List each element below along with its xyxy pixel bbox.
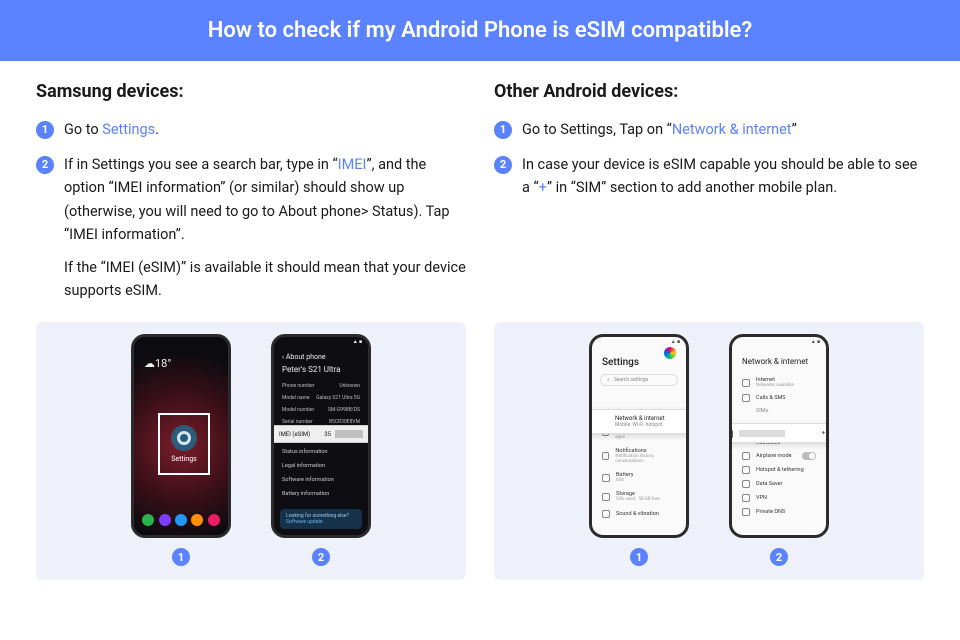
- about-links: Status information Legal information Sof…: [282, 445, 360, 501]
- airplane-icon: [742, 452, 750, 460]
- data-saver-icon: [742, 480, 750, 488]
- storage-icon: [602, 493, 610, 501]
- sim-icon: [729, 428, 733, 438]
- device-name: Peter's S21 Ultra: [274, 363, 368, 380]
- text: .: [155, 121, 159, 138]
- network-internet-callout: Network & internet Mobile, Wi-Fi, hotspo…: [589, 409, 689, 434]
- list-item: Airplane mode: [732, 449, 826, 463]
- add-sim-plus: +: [822, 430, 825, 437]
- status-bar: ▲ ■: [732, 337, 826, 347]
- samsung-steps: 1 Go to Settings. 2 If in Settings you s…: [36, 118, 466, 302]
- caption-badge: 1: [172, 548, 190, 566]
- text: If in Settings you see a search bar, typ…: [64, 156, 338, 173]
- other-step-2: 2 In case your device is eSIM capable yo…: [494, 153, 924, 199]
- about-phone-header: ‹ About phone: [274, 347, 368, 363]
- samsung-mockup-panel: ●●▲ ■ ☁18° Settings: [36, 322, 466, 580]
- list-item: Private DNS: [732, 505, 826, 519]
- other-phone-2-col: ▲ ■ Network & internet InternetNetworks …: [729, 334, 829, 566]
- wifi-icon: [742, 379, 750, 387]
- other-column: Other Android devices: 1 Go to Settings,…: [494, 81, 924, 314]
- step-text: Go to Settings.: [64, 118, 466, 141]
- imei-label: IMEI (eSIM): [279, 431, 310, 438]
- text: Go to: [64, 121, 102, 138]
- network-rows: InternetNetworks available Calls & SMS S…: [732, 374, 826, 417]
- status-bar: ▲ ■: [274, 337, 368, 347]
- samsung-phone-1-col: ●●▲ ■ ☁18° Settings: [131, 334, 231, 566]
- page-title: How to check if my Android Phone is eSIM…: [0, 0, 960, 61]
- mockup-row: ●●▲ ■ ☁18° Settings: [0, 322, 960, 580]
- step-text: Go to Settings, Tap on “Network & intern…: [522, 118, 924, 141]
- settings-link[interactable]: Settings: [102, 121, 155, 138]
- samsung-column: Samsung devices: 1 Go to Settings. 2 If …: [36, 81, 466, 314]
- hotspot-icon: [742, 466, 750, 474]
- list-item: VPN: [732, 491, 826, 505]
- other-step-1: 1 Go to Settings, Tap on “Network & inte…: [494, 118, 924, 141]
- gear-icon: [171, 425, 197, 451]
- status-bar: ▲ ■: [592, 337, 686, 347]
- step-number-badge: 1: [494, 121, 512, 139]
- vpn-icon: [742, 494, 750, 502]
- list-item: InternetNetworks available: [732, 374, 826, 391]
- list-item: Hotspot & tethering: [732, 463, 826, 477]
- samsung-step-1: 1 Go to Settings.: [36, 118, 466, 141]
- samsung-phone-2-col: ▲ ■ ‹ About phone Peter's S21 Ultra Phon…: [271, 334, 371, 566]
- samsung-step-2: 2 If in Settings you see a search bar, t…: [36, 153, 466, 302]
- settings-app-highlight: Settings: [158, 413, 210, 475]
- text: If the “IMEI (eSIM)” is available it sho…: [64, 256, 466, 302]
- masked-value: [335, 430, 363, 438]
- list-item: Calls & SMS: [732, 391, 826, 405]
- instruction-columns: Samsung devices: 1 Go to Settings. 2 If …: [0, 61, 960, 314]
- caption-badge: 1: [630, 548, 648, 566]
- caption-badge: 2: [770, 548, 788, 566]
- network-internet-link[interactable]: Network & internet: [672, 121, 792, 138]
- samsung-heading: Samsung devices:: [36, 81, 466, 102]
- search-icon: ⌕: [607, 377, 610, 383]
- dock: [140, 511, 222, 529]
- device-info-rows: Phone numberUnknown Model nameGalaxy S21…: [274, 380, 368, 428]
- other-phone-1-col: ▲ ■ Settings ⌕ Search settings Network &…: [589, 334, 689, 566]
- weather-widget: ☁18°: [144, 357, 171, 370]
- network-internet-title: Network & internet: [732, 347, 826, 374]
- plus-link[interactable]: +: [539, 179, 547, 196]
- other-phone-network: ▲ ■ Network & internet InternetNetworks …: [729, 334, 829, 538]
- other-mockup-panel: ▲ ■ Settings ⌕ Search settings Network &…: [494, 322, 924, 580]
- battery-icon: [602, 474, 610, 482]
- step-number-badge: 1: [36, 121, 54, 139]
- list-item: NotificationsNotification history, conve…: [592, 444, 686, 468]
- wifi-icon: [597, 417, 607, 427]
- text: ”: [792, 121, 797, 138]
- list-item: Storage54% used · 58 GB free: [592, 487, 686, 506]
- masked-value: [739, 430, 785, 437]
- bell-icon: [602, 452, 609, 460]
- text: Go to Settings, Tap on “: [522, 121, 672, 138]
- text: ” in “SIM” section to add another mobile…: [547, 179, 837, 196]
- samsung-phone-about: ▲ ■ ‹ About phone Peter's S21 Ultra Phon…: [271, 334, 371, 538]
- imei-link[interactable]: IMEI: [338, 156, 367, 173]
- other-heading: Other Android devices:: [494, 81, 924, 102]
- search-settings-field: ⌕ Search settings: [600, 374, 678, 386]
- sound-icon: [602, 510, 610, 518]
- sims-header: SIMs: [732, 405, 826, 417]
- phone-icon: [742, 394, 750, 402]
- looking-for-card: Looking for something else? Software upd…: [280, 509, 362, 529]
- step-text: In case your device is eSIM capable you …: [522, 153, 924, 199]
- caption-badge: 2: [312, 548, 330, 566]
- list-item: Sound & vibration: [592, 506, 686, 522]
- other-steps: 1 Go to Settings, Tap on “Network & inte…: [494, 118, 924, 200]
- step-number-badge: 2: [36, 156, 54, 174]
- imei-esim-callout: IMEI (eSIM) 35: [271, 425, 371, 443]
- samsung-phone-home: ●●▲ ■ ☁18° Settings: [131, 334, 231, 538]
- other-phone-settings: ▲ ■ Settings ⌕ Search settings Network &…: [589, 334, 689, 538]
- dns-icon: [742, 508, 750, 516]
- step-number-badge: 2: [494, 156, 512, 174]
- list-item: Battery64%: [592, 468, 686, 487]
- toggle-icon: [802, 452, 816, 460]
- settings-label: Settings: [171, 455, 197, 463]
- sims-callout: +: [729, 423, 829, 443]
- list-item: Data Saver: [732, 477, 826, 491]
- step-text: If in Settings you see a search bar, typ…: [64, 153, 466, 302]
